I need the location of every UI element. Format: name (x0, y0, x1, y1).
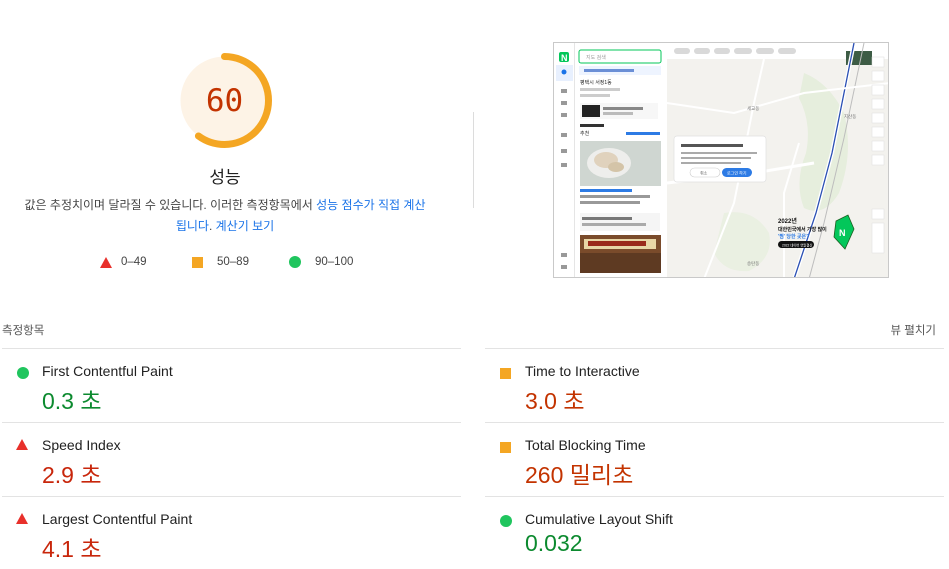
metric-value: 4.1 초 (42, 536, 102, 562)
metric-speed-index[interactable]: Speed Index 2.9 초 (2, 423, 442, 495)
legend-poor: 0–49 (100, 256, 147, 268)
promo-button: 2022 네이버 연말결산 (782, 243, 812, 248)
square-orange-icon (500, 368, 511, 379)
metrics-header: 측정항목 (2, 325, 45, 337)
metric-cumulative-layout-shift[interactable]: Cumulative Layout Shift 0.032 (485, 497, 925, 569)
circle-green-icon (500, 515, 512, 527)
lighthouse-report: 60 성능 값은 추정치이며 달라질 수 있습니다. 이러한 측정항목에서 성능… (0, 0, 949, 569)
metric-value: 3.0 초 (525, 388, 585, 414)
performance-score: 60 (205, 82, 244, 119)
square-orange-icon (500, 442, 511, 453)
map-page-thumbnail: N 지도 검색 평택시 서정1동 추천 세교동 지산동 송탄동 취소 로그인 하… (554, 43, 888, 277)
map-search-hint: 지도 검색 (586, 54, 606, 61)
expand-view-toggle[interactable]: 뷰 펼치기 (890, 322, 936, 338)
gauge-desc-mid: . (208, 219, 216, 233)
legend-range-good: 90–100 (315, 256, 354, 268)
promo-line2: '찜' 당한 곳은? (778, 233, 809, 240)
legend-range-poor: 0–49 (121, 256, 147, 268)
promo-year: 2022년 (778, 217, 797, 225)
metric-value: 260 밀리초 (525, 462, 634, 488)
final-screenshot[interactable]: N 지도 검색 평택시 서정1동 추천 세교동 지산동 송탄동 취소 로그인 하… (553, 42, 889, 278)
metric-value: 0.032 (525, 530, 583, 556)
performance-gauge[interactable]: 60 (176, 52, 273, 149)
map-place-title: 평택시 서정1동 (580, 79, 612, 86)
metric-first-contentful-paint[interactable]: First Contentful Paint 0.3 초 (2, 349, 442, 421)
triangle-red-icon (100, 256, 112, 268)
recommend-section-label: 추천 (580, 130, 590, 137)
triangle-red-icon (16, 439, 28, 450)
metric-title: Largest Contentful Paint (42, 511, 193, 527)
gauge-title: 성능 (209, 168, 241, 187)
metric-largest-contentful-paint[interactable]: Largest Contentful Paint 4.1 초 (2, 497, 442, 569)
map-label-2: 지산동 (844, 113, 856, 120)
metric-time-to-interactive[interactable]: Time to Interactive 3.0 초 (485, 349, 925, 421)
dialog-cancel-button: 취소 (700, 170, 708, 176)
gauge-description: 값은 추정치이며 달라질 수 있습니다. 이러한 측정항목에서 성능 점수가 직… (20, 195, 430, 237)
gauge-desc-text: 값은 추정치이며 달라질 수 있습니다. 이러한 측정항목에서 (24, 198, 317, 212)
circle-green-icon (17, 367, 29, 379)
metric-title: Cumulative Layout Shift (525, 511, 673, 527)
dialog-login-button: 로그인 하기 (727, 170, 747, 176)
map-label-3: 송탄동 (747, 260, 759, 266)
promo-line1: 대한민국에서 가장 많이 (778, 226, 827, 233)
circle-green-icon (289, 256, 301, 268)
metric-title: Total Blocking Time (525, 437, 646, 453)
metric-title: First Contentful Paint (42, 363, 173, 379)
legend-average: 50–89 (192, 256, 249, 268)
map-label-1: 세교동 (747, 105, 759, 112)
metric-total-blocking-time[interactable]: Total Blocking Time 260 밀리초 (485, 423, 925, 495)
svg-text:N: N (561, 53, 568, 63)
metric-value: 2.9 초 (42, 462, 102, 488)
svg-text:N: N (839, 228, 846, 238)
metric-title: Speed Index (42, 437, 121, 453)
calculator-link[interactable]: 계산기 보기 (216, 219, 275, 233)
metric-title: Time to Interactive (525, 363, 640, 379)
section-divider (473, 112, 474, 208)
legend-good: 90–100 (289, 256, 353, 268)
legend-range-average: 50–89 (217, 256, 249, 268)
square-orange-icon (192, 256, 203, 268)
metric-value: 0.3 초 (42, 388, 102, 414)
triangle-red-icon (16, 513, 28, 524)
